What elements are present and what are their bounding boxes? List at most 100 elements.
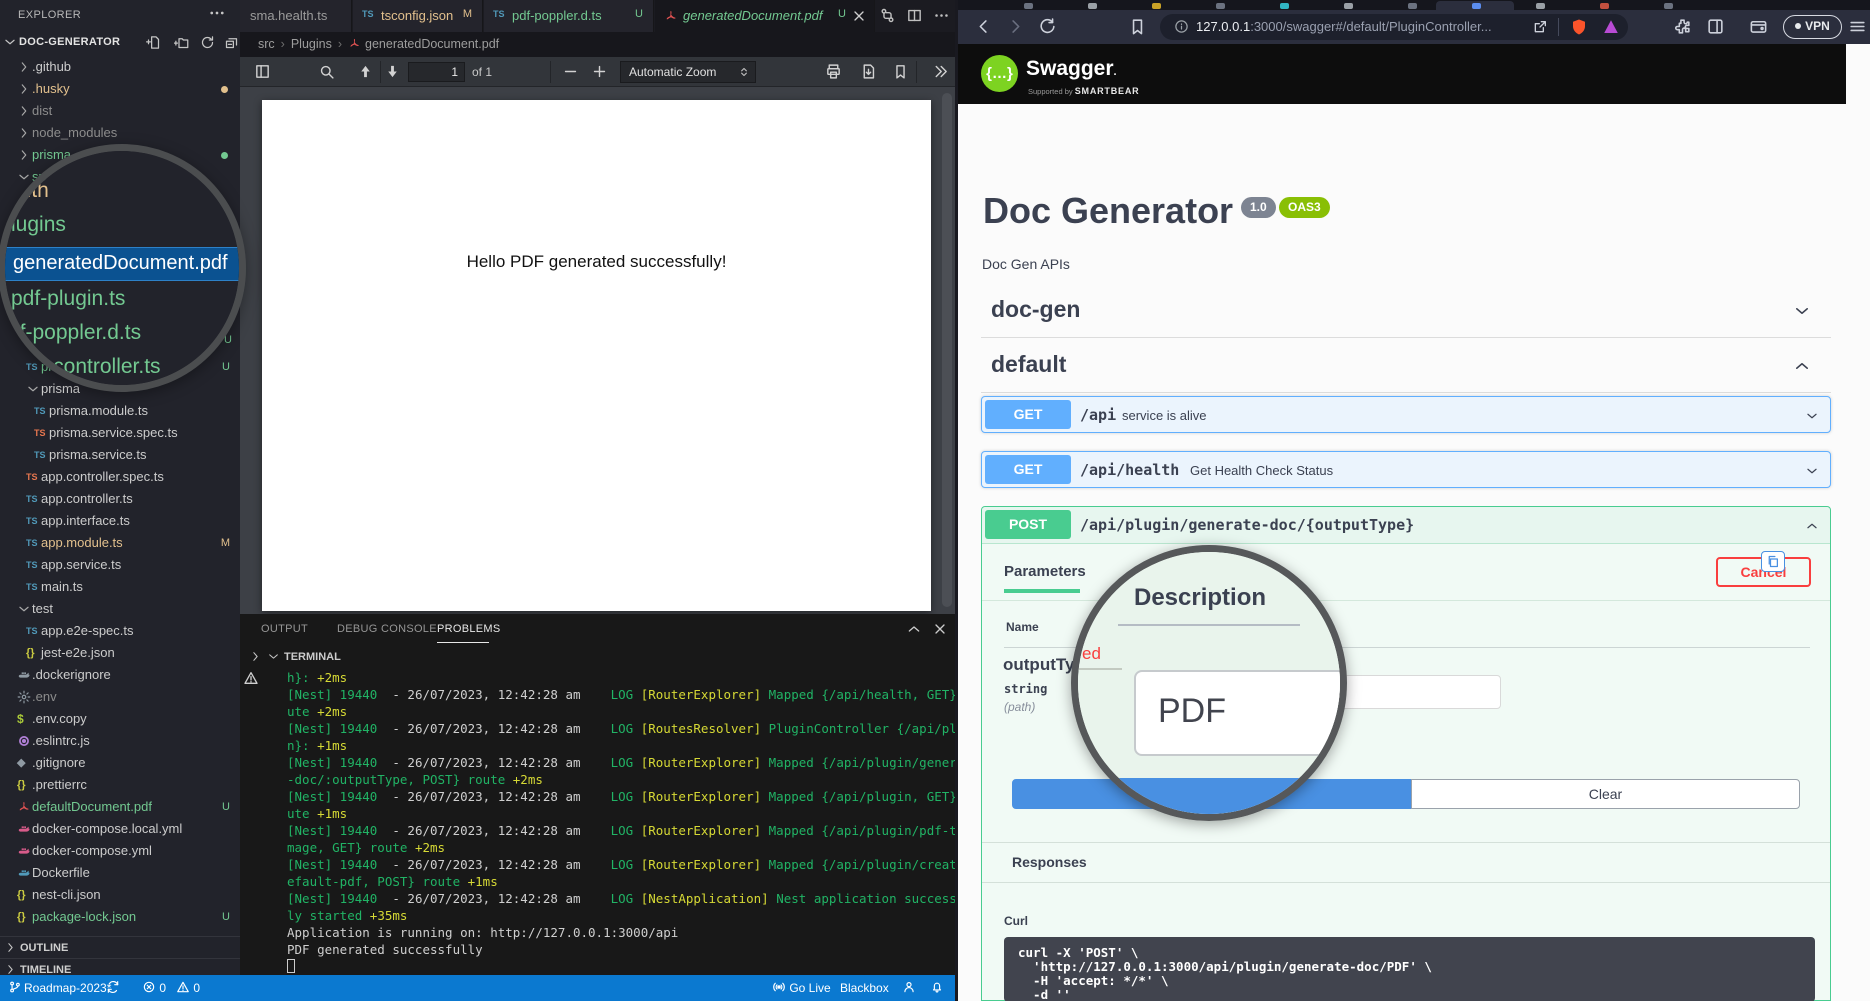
pdf-sidebar-toggle-icon[interactable] xyxy=(254,63,271,80)
tree-item-.eslintrc.js[interactable]: .eslintrc.js xyxy=(0,730,240,752)
tree-item-app.e2e-spec.ts[interactable]: TSapp.e2e-spec.ts xyxy=(0,620,240,642)
tree-item-app.module.ts[interactable]: TSapp.module.tsM xyxy=(0,532,240,554)
op-get-api-health[interactable]: GET /api/health Get Health Check Status xyxy=(981,451,1831,488)
zoom-in-icon[interactable] xyxy=(591,63,608,80)
tree-item-nest-cli.json[interactable]: {}nest-cli.json xyxy=(0,884,240,906)
tree-item-.env.copy[interactable]: $.env.copy xyxy=(0,708,240,730)
copy-icon[interactable] xyxy=(1761,551,1785,572)
tab-favicon[interactable] xyxy=(1024,3,1033,9)
bookmark-icon[interactable] xyxy=(1128,17,1147,36)
chevron-down-icon[interactable] xyxy=(1804,409,1820,423)
download-icon[interactable] xyxy=(860,63,877,80)
tree-item-jest-e2e.json[interactable]: {}jest-e2e.json xyxy=(0,642,240,664)
breadcrumb-plugins[interactable]: Plugins xyxy=(291,37,332,51)
errors-indicator[interactable]: 0 xyxy=(142,980,166,996)
browser-tab-strip[interactable] xyxy=(958,0,1870,10)
tab-favicon[interactable] xyxy=(1152,3,1161,9)
tree-item-Dockerfile[interactable]: Dockerfile xyxy=(0,862,240,884)
back-button[interactable] xyxy=(974,17,993,36)
editor-tab-pdf-poppler.d.ts[interactable]: TSpdf-poppler.d.tsU xyxy=(484,0,654,32)
curl-command-block[interactable]: curl -X 'POST' \ 'http://127.0.0.1:3000/… xyxy=(1004,937,1815,1001)
brave-shield-icon[interactable] xyxy=(1570,18,1588,36)
terminal-header[interactable]: TERMINAL xyxy=(240,645,958,669)
previous-page-icon[interactable] xyxy=(357,63,374,80)
search-icon[interactable] xyxy=(318,63,335,80)
warnings-indicator[interactable]: 0 xyxy=(176,980,200,996)
tree-item-app.controller.ts[interactable]: TSapp.controller.ts xyxy=(0,488,240,510)
tag-default[interactable]: default xyxy=(991,351,1066,378)
vpn-button[interactable]: VPN xyxy=(1783,15,1842,39)
editor-tab-tsconfig.json[interactable]: TStsconfig.jsonM xyxy=(353,0,483,32)
magnified-file-label[interactable]: alth xyxy=(15,179,49,203)
tab-favicon[interactable] xyxy=(1664,3,1673,9)
chevron-up-icon[interactable] xyxy=(1804,519,1820,533)
tag-doc-gen[interactable]: doc-gen xyxy=(991,296,1080,323)
address-bar[interactable]: 127.0.0.1:3000/swagger#/default/PluginCo… xyxy=(1160,14,1628,40)
extensions-icon[interactable] xyxy=(1673,17,1692,36)
chevron-up-icon[interactable] xyxy=(1793,357,1811,375)
breadcrumb-file[interactable]: generatedDocument.pdf xyxy=(365,37,499,51)
account-icon[interactable] xyxy=(902,980,916,996)
blackbox-button[interactable]: Blackbox xyxy=(840,980,889,996)
magnified-execute-button[interactable] xyxy=(1078,778,1340,814)
chevron-down-icon[interactable] xyxy=(1793,302,1811,320)
tab-favicon[interactable] xyxy=(1536,3,1545,9)
tree-item-test[interactable]: test xyxy=(0,598,240,620)
tree-item-.dockerignore[interactable]: .dockerignore xyxy=(0,664,240,686)
tab-favicon[interactable] xyxy=(1344,3,1353,9)
tree-item-defaultDocument.pdf[interactable]: defaultDocument.pdfU xyxy=(0,796,240,818)
tree-item-docker-compose.local.yml[interactable]: docker-compose.local.yml xyxy=(0,818,240,840)
magnified-file-label[interactable]: in.controller.ts xyxy=(31,355,161,379)
magnified-selected-file[interactable]: generatedDocument.pdf xyxy=(5,247,239,281)
page-number-input[interactable]: 1 xyxy=(408,62,465,82)
sync-icon[interactable] xyxy=(106,980,120,996)
open-changes-icon[interactable] xyxy=(879,7,896,24)
tree-item-.husky[interactable]: .husky xyxy=(0,78,240,100)
tab-favicon[interactable] xyxy=(1088,3,1097,9)
tree-item-main.ts[interactable]: TSmain.ts xyxy=(0,576,240,598)
tree-item-prisma.service.ts[interactable]: TSprisma.service.ts xyxy=(0,444,240,466)
magnified-file-label[interactable]: pdf-plugin.ts xyxy=(11,287,125,311)
share-icon[interactable] xyxy=(1532,19,1548,35)
bell-icon[interactable] xyxy=(930,980,944,996)
magnified-file-label[interactable]: df-poppler.d.ts xyxy=(8,321,141,345)
split-editor-icon[interactable] xyxy=(906,7,923,24)
close-icon[interactable] xyxy=(851,8,867,24)
tab-favicon[interactable] xyxy=(1600,3,1609,9)
tree-item-.gitignore[interactable]: ◆.gitignore xyxy=(0,752,240,774)
tree-item-app.controller.spec.ts[interactable]: TSapp.controller.spec.ts xyxy=(0,466,240,488)
chevron-down-icon[interactable] xyxy=(1804,464,1820,478)
zoom-select[interactable]: Automatic Zoom xyxy=(620,61,756,83)
brave-rewards-icon[interactable] xyxy=(1602,18,1620,36)
new-folder-button[interactable] xyxy=(174,35,189,50)
tree-item-node-modules[interactable]: node_modules xyxy=(0,122,240,144)
breadcrumb-src[interactable]: src xyxy=(258,37,275,51)
maximize-panel-icon[interactable] xyxy=(906,621,922,637)
pdf-scrollbar[interactable] xyxy=(942,93,952,607)
tree-item-docker-compose.yml[interactable]: docker-compose.yml xyxy=(0,840,240,862)
terminal-output[interactable]: h}: +2ms[Nest] 19440 - 26/07/2023, 12:42… xyxy=(287,669,958,975)
reload-button[interactable] xyxy=(1038,17,1057,36)
tab-debug-console[interactable]: DEBUG CONSOLE xyxy=(337,623,437,635)
breadcrumb[interactable]: src›Plugins›generatedDocument.pdf xyxy=(240,32,958,57)
refresh-explorer-button[interactable] xyxy=(200,35,215,50)
magnified-file-label[interactable]: lugins xyxy=(11,213,66,237)
editor-tab-sma.health.ts[interactable]: sma.health.ts xyxy=(240,0,352,32)
tree-item-package-lock.json[interactable]: {}package-lock.jsonU xyxy=(0,906,240,928)
explorer-more-icon[interactable] xyxy=(208,4,226,22)
tree-item-app.interface.ts[interactable]: TSapp.interface.ts xyxy=(0,510,240,532)
wallet-icon[interactable] xyxy=(1749,17,1768,36)
more-actions-icon[interactable] xyxy=(933,7,950,24)
tree-item-prisma.service.spec.ts[interactable]: TSprisma.service.spec.ts xyxy=(0,422,240,444)
tree-item-app.service.ts[interactable]: TSapp.service.ts xyxy=(0,554,240,576)
tree-item-dist[interactable]: dist xyxy=(0,100,240,122)
zoom-out-icon[interactable] xyxy=(562,63,579,80)
tab-favicon[interactable] xyxy=(1216,3,1225,9)
op-get-api[interactable]: GET /api service is alive xyxy=(981,396,1831,433)
tab-favicon[interactable] xyxy=(1408,3,1417,9)
tree-item-.github[interactable]: .github xyxy=(0,56,240,78)
bookmark-icon[interactable] xyxy=(892,63,909,80)
magnified-output-type-input[interactable]: PDF xyxy=(1134,670,1340,756)
url-text[interactable]: 127.0.0.1:3000/swagger#/default/PluginCo… xyxy=(1196,19,1526,34)
forward-button[interactable] xyxy=(1006,17,1025,36)
